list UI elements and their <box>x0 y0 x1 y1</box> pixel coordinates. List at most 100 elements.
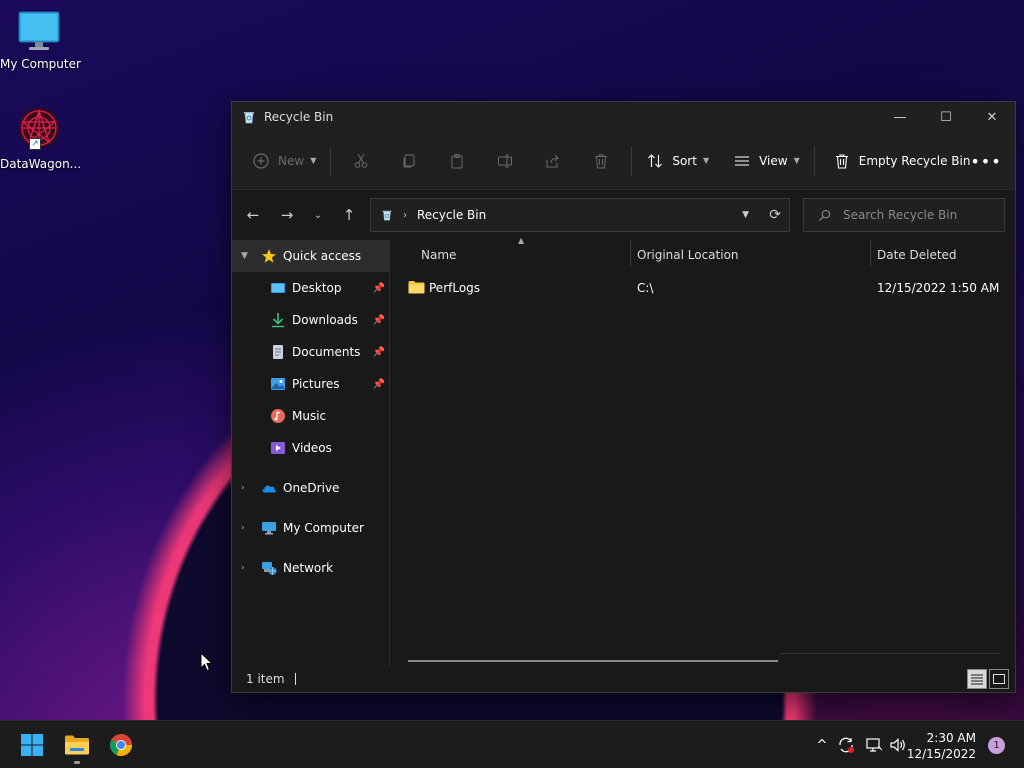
sidebar-item-videos[interactable]: Videos <box>232 432 389 464</box>
cut-button[interactable] <box>337 144 385 178</box>
large-icons-view-button[interactable] <box>989 669 1009 689</box>
rename-button[interactable] <box>481 144 529 178</box>
refresh-icon[interactable]: ⟳ <box>769 207 781 223</box>
desktop-icon-datawagon[interactable]: ↗ DataWagon... <box>0 106 82 171</box>
empty-recycle-bin-label: Empty Recycle Bin <box>858 153 971 168</box>
clock[interactable]: 2:30 AM 12/15/2022 <box>907 730 976 762</box>
sidebar-item-label: Documents <box>292 345 361 359</box>
view-label: View <box>759 153 788 168</box>
column-header-original-location[interactable]: Original Location <box>637 248 739 262</box>
sidebar-item-label: My Computer <box>283 521 364 535</box>
windows-logo-icon <box>21 734 43 756</box>
sort-button[interactable]: Sort ▼ <box>638 144 717 178</box>
details-view-icon <box>971 674 983 685</box>
desktop-icon-label: My Computer <box>0 57 81 71</box>
view-button[interactable]: View ▼ <box>725 144 808 178</box>
music-note-icon <box>270 408 286 424</box>
clock-time: 2:30 AM <box>926 731 976 745</box>
show-hidden-icons-button[interactable]: ^ <box>812 735 832 755</box>
close-button[interactable]: ✕ <box>969 102 1015 132</box>
title-bar[interactable]: Recycle Bin — ☐ ✕ <box>232 102 1015 132</box>
sidebar-item-documents[interactable]: Documents 📌 <box>232 336 389 368</box>
chevron-up-icon: ^ <box>816 737 828 753</box>
delete-button[interactable] <box>577 144 625 178</box>
share-icon <box>544 152 562 170</box>
pin-icon[interactable]: 📌 <box>373 283 385 294</box>
sync-status-icon[interactable] <box>836 735 856 755</box>
chevron-right-icon[interactable]: › <box>241 563 245 573</box>
sort-arrows-icon <box>646 152 664 170</box>
picture-icon <box>270 376 286 392</box>
more-options-button[interactable]: ••• <box>970 144 1001 178</box>
recent-locations-button[interactable]: ⌄ <box>304 198 332 232</box>
sidebar-item-pictures[interactable]: Pictures 📌 <box>232 368 389 400</box>
share-button[interactable] <box>529 144 577 178</box>
notification-badge[interactable]: 1 <box>988 737 1005 754</box>
desktop-icon <box>270 280 286 296</box>
empty-recycle-bin-button[interactable]: Empty Recycle Bin <box>825 144 979 178</box>
search-box[interactable] <box>803 198 1005 232</box>
sidebar-item-music[interactable]: Music <box>232 400 389 432</box>
desktop-icon-label: DataWagon... <box>0 157 82 171</box>
navigation-bar: ← → ⌄ ↑ › Recycle Bin ▼ ⟳ <box>232 190 1015 240</box>
maximize-button[interactable]: ☐ <box>923 102 969 132</box>
rename-icon <box>496 152 514 170</box>
back-button[interactable]: ← <box>236 198 270 232</box>
network-icon <box>261 560 277 576</box>
taskbar: ^ 2:30 AM 12/15/2022 1 <box>0 720 1024 768</box>
file-explorer-window: Recycle Bin — ☐ ✕ New ▼ Sort ▼ View ▼ Em… <box>231 101 1016 693</box>
search-input[interactable] <box>843 208 993 222</box>
video-icon <box>270 440 286 456</box>
star-icon <box>261 248 277 264</box>
pin-icon[interactable]: 📌 <box>373 379 385 390</box>
table-row[interactable]: PerfLogs C:\ 12/15/2022 1:50 AM <box>390 272 1015 304</box>
taskbar-file-explorer[interactable] <box>63 731 91 759</box>
taskbar-chrome[interactable] <box>107 731 135 759</box>
divider <box>330 145 332 176</box>
chevron-right-icon[interactable]: › <box>241 523 245 533</box>
up-button[interactable]: ↑ <box>332 198 366 232</box>
sidebar-item-network[interactable]: › Network <box>232 552 389 584</box>
new-button[interactable]: New ▼ <box>244 144 324 178</box>
paste-button[interactable] <box>433 144 481 178</box>
sidebar-item-my-computer[interactable]: › My Computer <box>232 512 389 544</box>
cloud-icon <box>261 480 277 496</box>
breadcrumb-recycle-bin[interactable]: Recycle Bin <box>417 208 486 222</box>
column-divider[interactable] <box>630 240 631 266</box>
sidebar-item-downloads[interactable]: Downloads 📌 <box>232 304 389 336</box>
details-view-button[interactable] <box>967 669 987 689</box>
window-title: Recycle Bin <box>264 110 334 124</box>
start-button[interactable] <box>18 731 46 759</box>
column-header-name[interactable]: Name <box>421 248 456 262</box>
scissors-icon <box>352 152 370 170</box>
pin-icon[interactable]: 📌 <box>373 315 385 326</box>
column-headers: ▲ Name Original Location Date Deleted <box>390 236 1015 272</box>
breadcrumb-chevron-icon: › <box>403 209 407 221</box>
address-bar[interactable]: › Recycle Bin ▼ ⟳ <box>370 198 790 232</box>
column-divider[interactable] <box>870 240 871 266</box>
forward-button[interactable]: → <box>270 198 304 232</box>
minimize-button[interactable]: — <box>877 102 923 132</box>
pin-icon[interactable]: 📌 <box>373 347 385 358</box>
large-icons-view-icon <box>993 674 1005 684</box>
volume-icon[interactable] <box>888 735 908 755</box>
column-header-date-deleted[interactable]: Date Deleted <box>877 248 957 262</box>
copy-button[interactable] <box>385 144 433 178</box>
new-label: New <box>278 153 305 168</box>
desktop-icon-my-computer[interactable]: My Computer <box>0 10 81 71</box>
item-count: 1 item <box>246 672 285 686</box>
address-dropdown-icon[interactable]: ▼ <box>742 210 749 220</box>
download-arrow-icon <box>270 312 286 328</box>
sidebar-item-onedrive[interactable]: › OneDrive <box>232 472 389 504</box>
network-status-icon[interactable] <box>864 735 884 755</box>
chevron-down-icon[interactable]: ▼ <box>241 251 248 261</box>
sidebar-item-quick-access[interactable]: ▼ Quick access <box>232 240 389 272</box>
chevron-down-icon: ▼ <box>793 156 800 165</box>
folder-icon <box>408 281 425 294</box>
sort-ascending-icon: ▲ <box>518 236 525 245</box>
status-bar: 1 item <box>232 666 1015 692</box>
recycle-bin-icon <box>382 210 392 221</box>
sidebar-item-desktop[interactable]: Desktop 📌 <box>232 272 389 304</box>
horizontal-scrollbar[interactable] <box>408 660 778 662</box>
chevron-right-icon[interactable]: › <box>241 483 245 493</box>
